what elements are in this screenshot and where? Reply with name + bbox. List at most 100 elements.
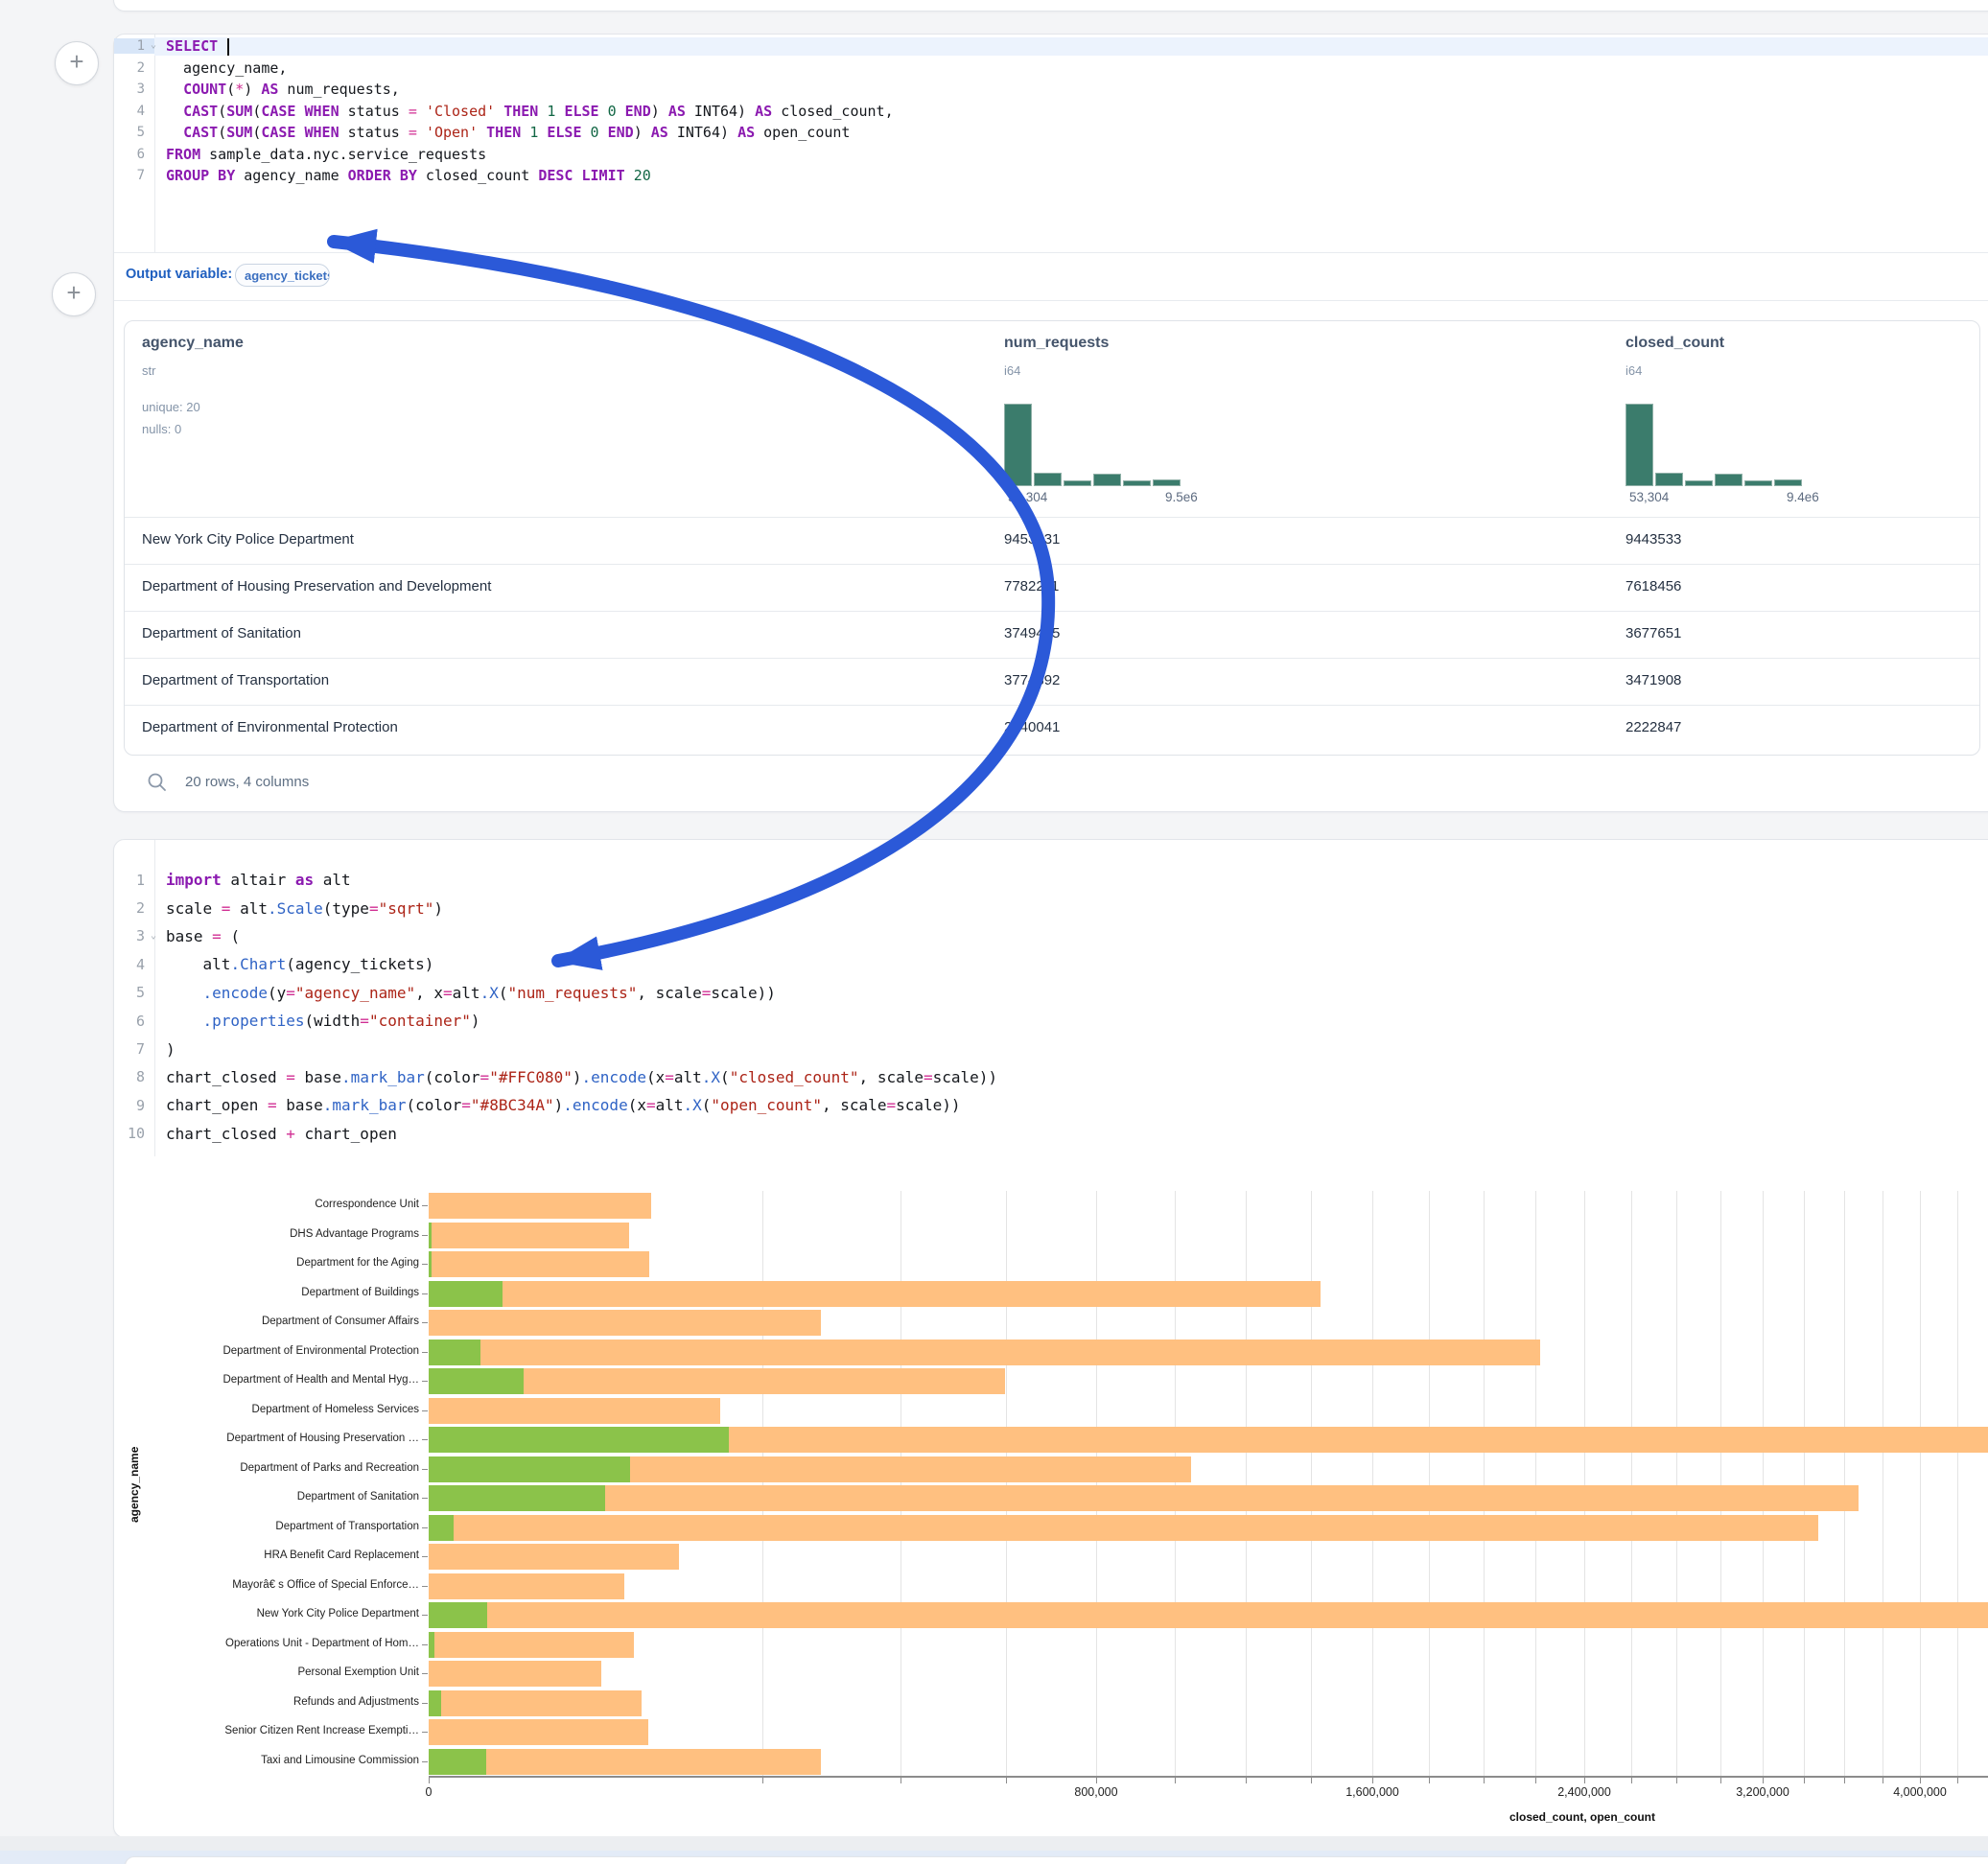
- line-number: 2: [114, 899, 154, 917]
- code-line[interactable]: 3 COUNT(*) AS num_requests,: [114, 79, 1988, 101]
- code-text: alt.Chart(agency_tickets): [154, 955, 433, 973]
- histogram-bar: [1774, 479, 1802, 486]
- table-row[interactable]: Department of Environmental Protection 22…: [125, 705, 1979, 753]
- histogram-bar: [1655, 473, 1683, 486]
- column-type: str: [142, 363, 155, 378]
- search-icon[interactable]: [147, 772, 168, 793]
- table-cell[interactable]: 9443533: [1625, 531, 1681, 548]
- histogram-min-label: 53,304: [1629, 490, 1669, 504]
- table-cell[interactable]: Department of Environmental Protection: [142, 719, 398, 735]
- table-cell[interactable]: 3677651: [1625, 625, 1681, 641]
- code-line[interactable]: 2scale = alt.Scale(type="sqrt"): [114, 894, 1988, 921]
- output-variable-pill[interactable]: agency_tickets: [235, 264, 330, 287]
- histogram-bar: [1034, 473, 1062, 486]
- code-line[interactable]: 8chart_closed = base.mark_bar(color="#FF…: [114, 1063, 1988, 1091]
- column-type: i64: [1004, 363, 1020, 378]
- code-line[interactable]: 3⌄base = (: [114, 922, 1988, 950]
- table-row[interactable]: New York City Police Department 9453131 94…: [125, 517, 1979, 565]
- text-cursor: [227, 38, 229, 56]
- code-line[interactable]: 1⌄SELECT: [114, 35, 1988, 58]
- histogram-min-label: 53,304: [1008, 490, 1047, 504]
- line-number: 6: [114, 147, 154, 162]
- cell-divider: [114, 252, 1988, 253]
- column-stat: nulls: 0: [142, 422, 181, 436]
- code-line[interactable]: 4 CAST(SUM(CASE WHEN status = 'Closed' T…: [114, 101, 1988, 123]
- column-header[interactable]: closed_count: [1625, 335, 1724, 352]
- histogram-bar: [1093, 474, 1121, 486]
- table-cell[interactable]: 3749485: [1004, 625, 1060, 641]
- code-line[interactable]: 5 .encode(y="agency_name", x=alt.X("num_…: [114, 979, 1988, 1007]
- table-cell[interactable]: Department of Sanitation: [142, 625, 301, 641]
- line-number: 4: [114, 104, 154, 119]
- histogram-bar: [1064, 480, 1091, 486]
- table-cell[interactable]: 7618456: [1625, 578, 1681, 594]
- histogram-bar: [1744, 480, 1772, 486]
- histogram-bar: [1123, 480, 1151, 486]
- table-cell[interactable]: 2240041: [1004, 719, 1060, 735]
- chevron-down-icon[interactable]: ⌄: [151, 930, 156, 941]
- code-line[interactable]: 5 CAST(SUM(CASE WHEN status = 'Open' THE…: [114, 122, 1988, 144]
- code-text: chart_closed = base.mark_bar(color="#FFC…: [154, 1068, 997, 1086]
- line-number: 7: [114, 168, 154, 183]
- line-number: 3: [114, 82, 154, 97]
- column-histogram: [1625, 402, 1802, 486]
- code-line[interactable]: 9chart_open = base.mark_bar(color="#8BC3…: [114, 1091, 1988, 1119]
- chevron-down-icon[interactable]: ⌄: [151, 40, 156, 51]
- add-cell-button[interactable]: +: [52, 272, 96, 316]
- table-row[interactable]: Department of Transportation 3774892 34719…: [125, 658, 1979, 706]
- table-cell[interactable]: 3471908: [1625, 672, 1681, 688]
- table-cell[interactable]: 7782211: [1004, 578, 1059, 594]
- code-line[interactable]: 7): [114, 1035, 1988, 1062]
- code-text: chart_closed + chart_open: [154, 1125, 397, 1143]
- column-header[interactable]: agency_name: [142, 335, 244, 352]
- code-text: FROM sample_data.nyc.service_requests: [154, 146, 486, 163]
- line-number: 7: [114, 1040, 154, 1058]
- previous-cell-card-edge: [113, 0, 1988, 12]
- code-text: base = (: [154, 927, 240, 945]
- code-text: ): [154, 1040, 175, 1059]
- sql-cell-card: 1⌄SELECT 2 agency_name,3 COUNT(*) AS num…: [113, 34, 1988, 812]
- histogram-bar: [1004, 404, 1032, 486]
- code-line[interactable]: 4 alt.Chart(agency_tickets): [114, 950, 1988, 978]
- code-text: CAST(SUM(CASE WHEN status = 'Open' THEN …: [154, 124, 850, 141]
- histogram-bar: [1685, 480, 1713, 486]
- table-cell[interactable]: Department of Transportation: [142, 672, 329, 688]
- line-number: 5: [114, 984, 154, 1001]
- table-cell[interactable]: 9453131: [1004, 531, 1060, 548]
- code-text: SELECT: [154, 37, 1988, 56]
- code-line[interactable]: 10chart_closed + chart_open: [114, 1120, 1988, 1148]
- table-cell[interactable]: Department of Housing Preservation and D…: [142, 578, 491, 594]
- code-line[interactable]: 2 agency_name,: [114, 58, 1988, 80]
- code-line[interactable]: 7GROUP BY agency_name ORDER BY closed_co…: [114, 165, 1988, 187]
- column-histogram: [1004, 402, 1181, 486]
- code-text: COUNT(*) AS num_requests,: [154, 81, 400, 98]
- code-line[interactable]: 6 .properties(width="container"): [114, 1007, 1988, 1035]
- code-text: .properties(width="container"): [154, 1012, 480, 1030]
- sql-code-editor[interactable]: 1⌄SELECT 2 agency_name,3 COUNT(*) AS num…: [114, 35, 1988, 187]
- table-row-count: 20 rows, 4 columns: [185, 774, 309, 790]
- cell-gap: [0, 1836, 1988, 1851]
- code-text: agency_name,: [154, 59, 287, 77]
- code-line[interactable]: 6FROM sample_data.nyc.service_requests: [114, 144, 1988, 166]
- line-number: 6: [114, 1013, 154, 1030]
- python-code-editor[interactable]: 1import altair as alt2scale = alt.Scale(…: [114, 866, 1988, 1148]
- histogram-max-label: 9.4e6: [1787, 490, 1819, 504]
- table-row[interactable]: Department of Sanitation 3749485 3677651: [125, 611, 1979, 659]
- next-cell-card-edge: [125, 1856, 1988, 1864]
- table-cell[interactable]: 3774892: [1004, 672, 1060, 688]
- code-text: .encode(y="agency_name", x=alt.X("num_re…: [154, 984, 776, 1002]
- code-text: GROUP BY agency_name ORDER BY closed_cou…: [154, 167, 651, 184]
- column-header[interactable]: num_requests: [1004, 335, 1109, 352]
- code-text: scale = alt.Scale(type="sqrt"): [154, 899, 443, 918]
- histogram-bar: [1715, 474, 1742, 486]
- table-cell[interactable]: 2222847: [1625, 719, 1681, 735]
- line-number: 5: [114, 125, 154, 140]
- table-row[interactable]: Department of Housing Preservation and D…: [125, 564, 1979, 612]
- line-number: 8: [114, 1068, 154, 1085]
- add-cell-button[interactable]: +: [55, 41, 99, 85]
- result-table: agency_namestrunique: 20nulls: 0num_requ…: [124, 320, 1980, 756]
- table-cell[interactable]: New York City Police Department: [142, 531, 354, 548]
- code-text: CAST(SUM(CASE WHEN status = 'Closed' THE…: [154, 103, 894, 120]
- code-line[interactable]: 1import altair as alt: [114, 866, 1988, 894]
- cell-divider: [114, 300, 1988, 301]
